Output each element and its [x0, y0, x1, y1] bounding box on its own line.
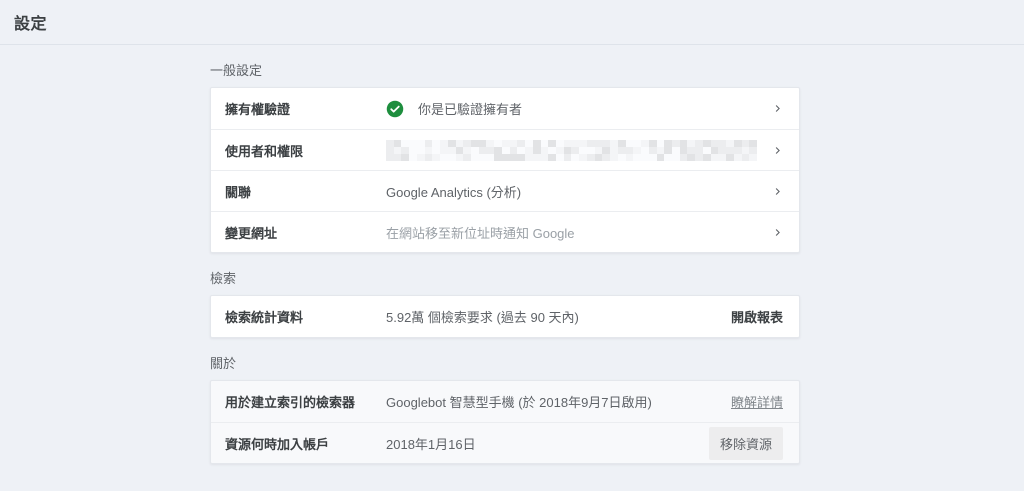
row-property-added-date: 資源何時加入帳戶 2018年1月16日 移除資源 — [211, 422, 799, 463]
row-label: 用於建立索引的檢索器 — [225, 395, 356, 410]
row-associations[interactable]: 關聯 Google Analytics (分析) — [211, 170, 799, 211]
crawling-card: 檢索統計資料 5.92萬 個檢索要求 (過去 90 天內) 開啟報表 — [210, 295, 800, 338]
row-label: 擁有權驗證 — [225, 102, 291, 117]
row-value: Google Analytics (分析) — [386, 184, 522, 200]
row-value: 你是已驗證擁有者 — [386, 99, 760, 118]
page-header: 設定 — [0, 0, 1024, 45]
row-users-permissions[interactable]: 使用者和權限 — [211, 129, 799, 170]
row-value: 在網站移至新位址時通知 Google — [386, 225, 575, 241]
verified-check-icon — [386, 100, 404, 117]
row-indexing-crawler: 用於建立索引的檢索器 Googlebot 智慧型手機 (於 2018年9月7日啟… — [211, 381, 799, 422]
remove-property-button[interactable]: 移除資源 — [708, 426, 783, 460]
row-crawl-stats: 檢索統計資料 5.92萬 個檢索要求 (過去 90 天內) 開啟報表 — [211, 296, 799, 337]
redacted-value — [386, 139, 757, 161]
section-label-general: 一般設定 — [210, 63, 263, 78]
row-change-of-address[interactable]: 變更網址 在網站移至新位址時通知 Google — [211, 211, 799, 252]
row-ownership-verification[interactable]: 擁有權驗證 你是已驗證擁有者 — [211, 88, 799, 129]
row-label: 資源何時加入帳戶 — [225, 436, 330, 452]
settings-content: 一般設定 擁有權驗證 你是已驗證擁有者 使用者和權限 關聯 Google Ana… — [210, 60, 800, 464]
about-card: 用於建立索引的檢索器 Googlebot 智慧型手機 (於 2018年9月7日啟… — [210, 380, 800, 464]
section-label-crawling: 檢索 — [210, 271, 237, 286]
verification-status-text: 你是已驗證擁有者 — [418, 102, 523, 117]
chevron-right-icon — [775, 228, 780, 236]
open-report-button[interactable]: 開啟報表 — [731, 307, 783, 326]
chevron-right-icon — [775, 146, 780, 154]
section-label-about: 關於 — [210, 356, 237, 371]
page-title: 設定 — [14, 16, 48, 33]
chevron-right-icon — [775, 105, 780, 112]
chevron-right-icon — [775, 187, 780, 195]
learn-more-link[interactable]: 瞭解詳情 — [731, 392, 783, 411]
row-label: 變更網址 — [225, 225, 278, 241]
row-label: 使用者和權限 — [225, 143, 304, 159]
row-value: 2018年1月16日 — [386, 436, 476, 452]
row-value: 5.92萬 個檢索要求 (過去 90 天內) — [386, 310, 579, 325]
row-value: Googlebot 智慧型手機 (於 2018年9月7日啟用) — [386, 395, 652, 410]
general-settings-card: 擁有權驗證 你是已驗證擁有者 使用者和權限 關聯 Google Analytic… — [210, 87, 800, 253]
row-label: 關聯 — [225, 184, 252, 200]
row-label: 檢索統計資料 — [225, 310, 304, 325]
